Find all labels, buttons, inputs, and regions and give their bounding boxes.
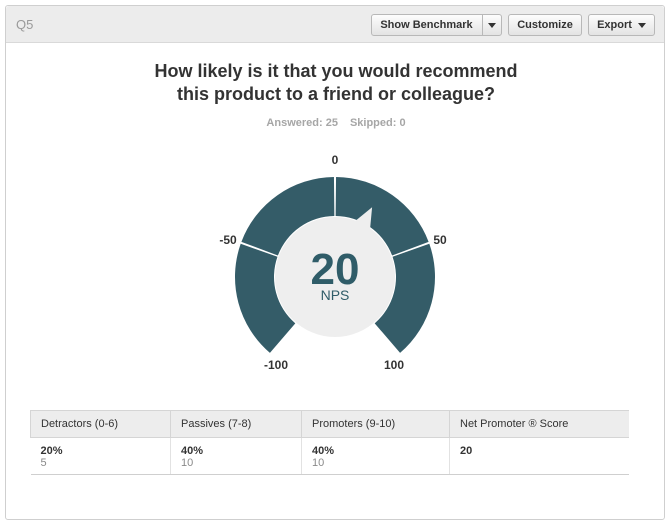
detractors-percent: 20% <box>40 445 63 457</box>
passives-percent: 40% <box>181 445 204 457</box>
net-promoter-score-value: 20 <box>460 445 473 457</box>
gauge-tick-label: -50 <box>219 233 237 247</box>
net-promoter-score-cell: 20 <box>449 437 629 475</box>
gauge-tick-label: 50 <box>433 233 447 247</box>
column-header-detractors: Detractors (0-6) <box>30 410 171 438</box>
promoters-percent: 40% <box>312 445 335 457</box>
gauge-tick-label: 0 <box>332 153 339 167</box>
passives-count: 10 <box>181 457 194 469</box>
nps-summary-table: Detractors (0-6) Passives (7-8) Promoter… <box>30 410 629 475</box>
detractors-cell: 20% 5 <box>30 437 171 475</box>
column-header-promoters: Promoters (9-10) <box>301 410 450 438</box>
nps-gauge-chart: 20 NPS -100-50050100 <box>219 153 447 372</box>
detractors-count: 5 <box>40 457 47 469</box>
column-header-passives: Passives (7-8) <box>170 410 302 438</box>
gauge-tick-label: -100 <box>264 358 288 372</box>
passives-cell: 40% 10 <box>170 437 302 475</box>
table-row: 20% 5 40% 10 40% 10 20 <box>30 437 629 475</box>
promoters-cell: 40% 10 <box>301 437 450 475</box>
promoters-count: 10 <box>312 457 325 469</box>
column-header-net-promoter-score: Net Promoter ® Score <box>449 410 629 438</box>
table-header-row: Detractors (0-6) Passives (7-8) Promoter… <box>30 410 629 438</box>
nps-unit-label: NPS <box>321 287 350 303</box>
gauge-tick-label: 100 <box>384 358 404 372</box>
